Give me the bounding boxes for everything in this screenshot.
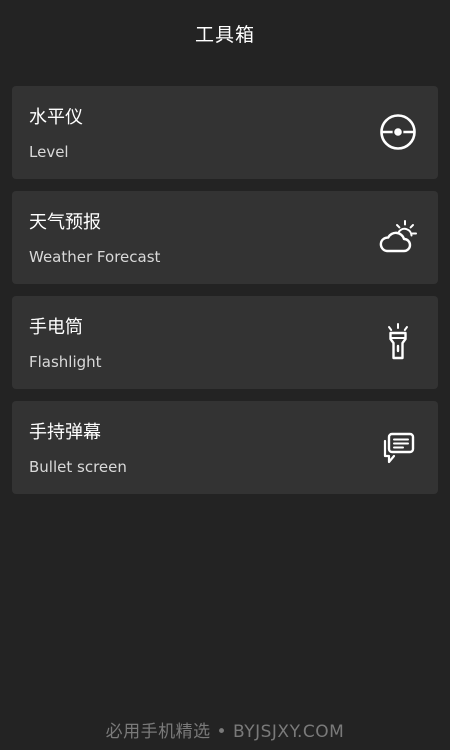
tool-card-weather[interactable]: 天气预报 Weather Forecast <box>12 191 438 284</box>
tool-title: 水平仪 <box>29 107 83 128</box>
bullet-screen-icon <box>378 427 418 467</box>
tool-subtitle: Weather Forecast <box>29 248 161 266</box>
weather-icon <box>378 217 418 257</box>
page-title: 工具箱 <box>194 23 255 46</box>
tool-title: 手电筒 <box>29 317 83 338</box>
top-bar: 工具箱 <box>0 0 450 68</box>
tool-list: 水平仪 Level 天气预报 Weather Forecast 手电筒 Flas… <box>12 86 438 506</box>
tool-title: 手持弹幕 <box>29 422 101 443</box>
level-icon <box>378 112 418 152</box>
tool-subtitle: Flashlight <box>29 353 102 371</box>
tool-subtitle: Bullet screen <box>29 458 127 476</box>
watermark-text: 必用手机精选 • BYJSJXY.COM <box>105 722 345 742</box>
tool-card-flashlight[interactable]: 手电筒 Flashlight <box>12 296 438 389</box>
tool-subtitle: Level <box>29 143 69 161</box>
tool-title: 天气预报 <box>29 212 101 233</box>
flashlight-icon <box>378 322 418 362</box>
tool-card-bullet-screen[interactable]: 手持弹幕 Bullet screen <box>12 401 438 494</box>
tool-card-level[interactable]: 水平仪 Level <box>12 86 438 179</box>
